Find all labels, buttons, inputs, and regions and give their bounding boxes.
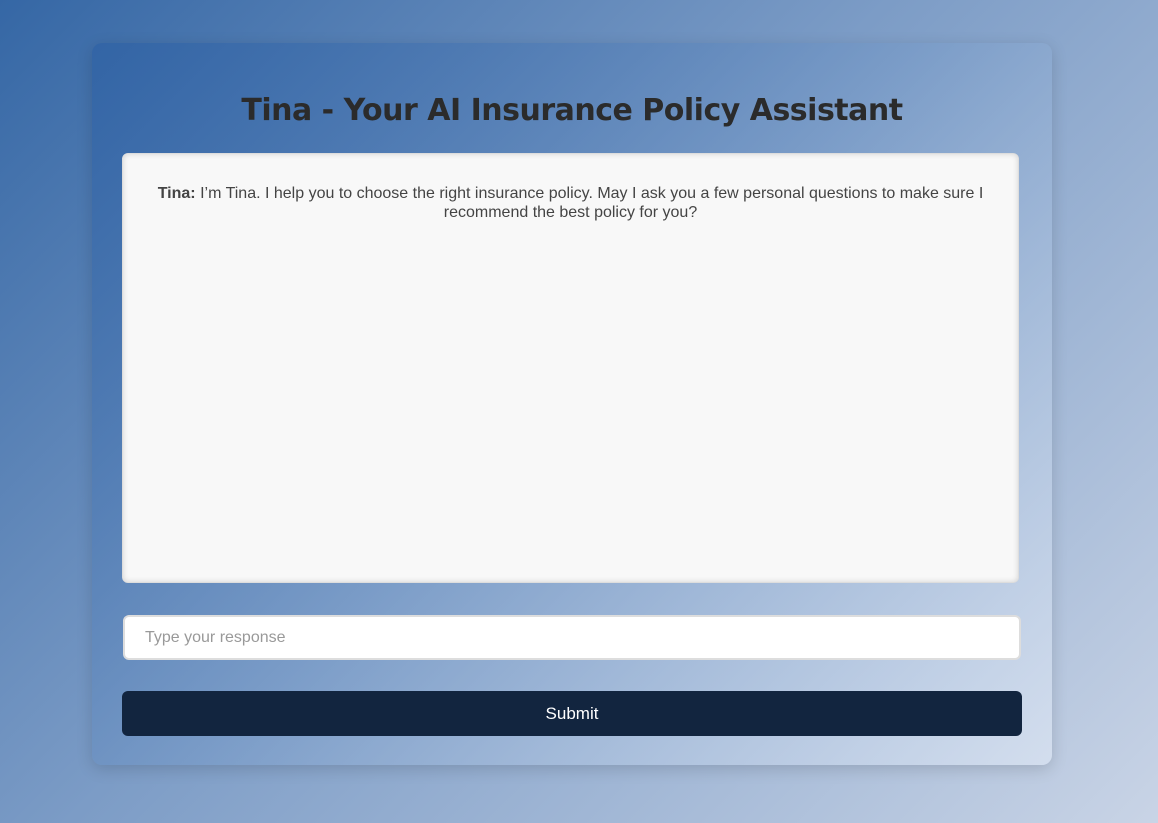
message-text: I’m Tina. I help you to choose the right…: [200, 185, 984, 221]
page-title: Tina - Your AI Insurance Policy Assistan…: [241, 93, 903, 128]
assistant-card: Tina - Your AI Insurance Policy Assistan…: [92, 43, 1052, 765]
response-input[interactable]: [123, 615, 1021, 660]
chat-log: Tina: I’m Tina. I help you to choose the…: [122, 153, 1019, 583]
submit-button[interactable]: Submit: [122, 691, 1022, 736]
chat-message: Tina: I’m Tina. I help you to choose the…: [153, 184, 988, 222]
message-sender: Tina:: [157, 185, 196, 202]
